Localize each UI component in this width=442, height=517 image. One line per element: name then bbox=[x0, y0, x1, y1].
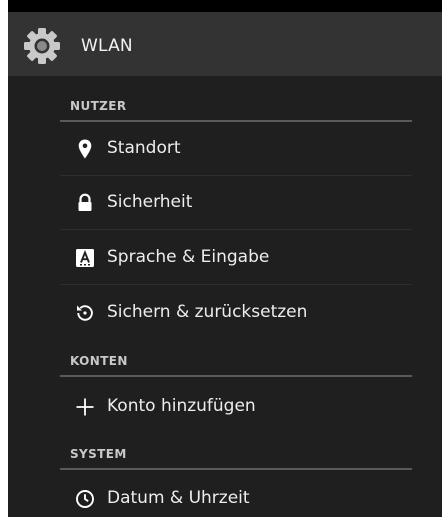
action-bar: WLAN bbox=[8, 12, 442, 76]
section-header-nutzer: NUTZER bbox=[60, 86, 412, 122]
section-header-system: SYSTEM bbox=[60, 434, 412, 470]
settings-item-sicherheit[interactable]: Sicherheit bbox=[60, 176, 412, 230]
section-header-label: NUTZER bbox=[70, 99, 127, 113]
settings-item-label: Standort bbox=[107, 138, 181, 158]
section-header-label: SYSTEM bbox=[70, 447, 127, 461]
clock-icon bbox=[76, 490, 94, 508]
settings-item-datum-uhrzeit[interactable]: Datum & Uhrzeit bbox=[60, 472, 412, 517]
app-title: WLAN bbox=[81, 36, 133, 56]
location-pin-icon bbox=[78, 139, 92, 159]
settings-item-standort[interactable]: Standort bbox=[60, 122, 412, 176]
settings-item-label: Datum & Uhrzeit bbox=[107, 488, 250, 508]
settings-item-label: Sprache & Eingabe bbox=[107, 247, 270, 267]
status-bar bbox=[8, 0, 442, 12]
settings-item-label: Sicherheit bbox=[107, 192, 193, 212]
lock-icon bbox=[78, 193, 92, 211]
settings-item-label: Sichern & zurücksetzen bbox=[107, 302, 308, 322]
settings-gear-icon[interactable] bbox=[22, 26, 62, 66]
restore-icon bbox=[77, 305, 93, 321]
settings-item-sichern-zuruecksetzen[interactable]: Sichern & zurücksetzen bbox=[60, 286, 412, 339]
settings-screen: WLAN NUTZER Standort Sicherheit Sprache … bbox=[8, 0, 442, 517]
settings-item-label: Konto hinzufügen bbox=[107, 396, 256, 416]
keyboard-a-icon bbox=[76, 249, 94, 267]
plus-icon bbox=[76, 398, 94, 416]
section-header-konten: KONTEN bbox=[60, 341, 412, 377]
settings-item-konto-hinzufuegen[interactable]: Konto hinzufügen bbox=[60, 380, 412, 433]
settings-item-sprache-eingabe[interactable]: Sprache & Eingabe bbox=[60, 231, 412, 285]
section-header-label: KONTEN bbox=[70, 354, 128, 368]
